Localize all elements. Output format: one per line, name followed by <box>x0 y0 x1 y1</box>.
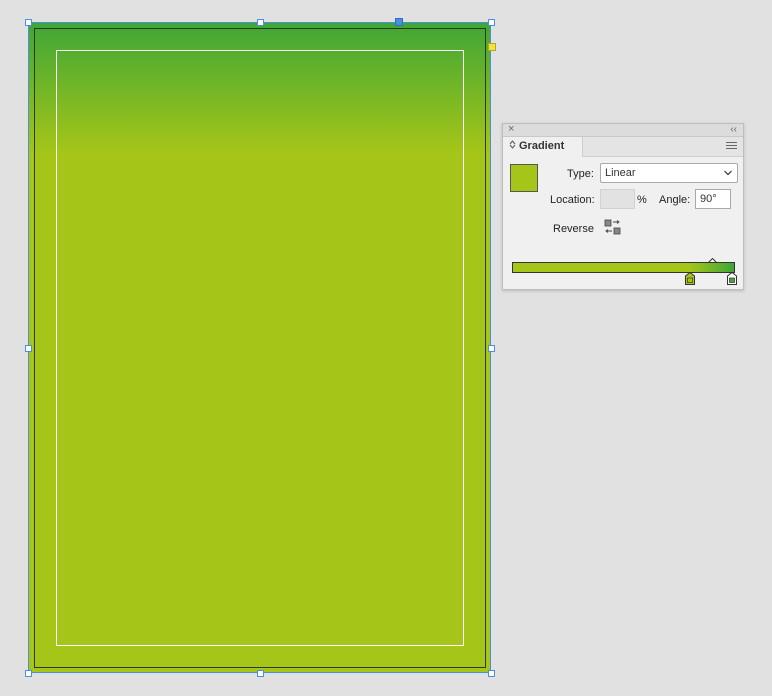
margin-guide <box>56 50 464 646</box>
resize-handle-top-right[interactable] <box>488 19 495 26</box>
angle-field[interactable]: 90° <box>695 189 731 209</box>
resize-handle-top-left[interactable] <box>25 19 32 26</box>
reverse-label: Reverse <box>553 223 594 235</box>
resize-handle-bottom-left[interactable] <box>25 670 32 677</box>
percent-label: % <box>637 194 647 206</box>
location-field[interactable] <box>600 189 635 209</box>
resize-handle-right[interactable] <box>488 345 495 352</box>
type-dropdown-value: Linear <box>605 167 636 179</box>
content-grabber[interactable] <box>395 18 403 26</box>
chevron-down-icon <box>723 164 733 182</box>
resize-handle-bottom[interactable] <box>257 670 264 677</box>
gradient-ramp[interactable] <box>512 262 735 273</box>
panel-title-bar[interactable]: × ‹‹ <box>503 123 743 137</box>
tab-gradient[interactable]: Gradient <box>503 137 583 157</box>
gradient-fill-swatch[interactable] <box>510 164 538 192</box>
text-out-port[interactable] <box>488 43 496 51</box>
tab-gradient-label: Gradient <box>519 140 565 152</box>
close-icon[interactable]: × <box>508 123 514 136</box>
gradient-panel: × ‹‹ Gradient Type: Linear Location: % A… <box>502 123 744 290</box>
resize-handle-left[interactable] <box>25 345 32 352</box>
expand-collapse-icon[interactable] <box>509 137 519 156</box>
type-label: Type: <box>567 168 594 180</box>
resize-handle-bottom-right[interactable] <box>488 670 495 677</box>
reverse-gradient-icon[interactable] <box>604 219 622 235</box>
resize-handle-top[interactable] <box>257 19 264 26</box>
collapse-panel-icon[interactable]: ‹‹ <box>730 123 737 136</box>
type-dropdown[interactable]: Linear <box>600 163 738 183</box>
panel-menu-icon[interactable] <box>726 142 737 151</box>
gradient-stop-1[interactable] <box>685 271 695 285</box>
panel-tab-row: Gradient <box>503 137 743 157</box>
angle-label: Angle: <box>659 194 691 206</box>
location-label: Location: <box>550 194 595 206</box>
gradient-stop-2[interactable] <box>727 271 737 285</box>
